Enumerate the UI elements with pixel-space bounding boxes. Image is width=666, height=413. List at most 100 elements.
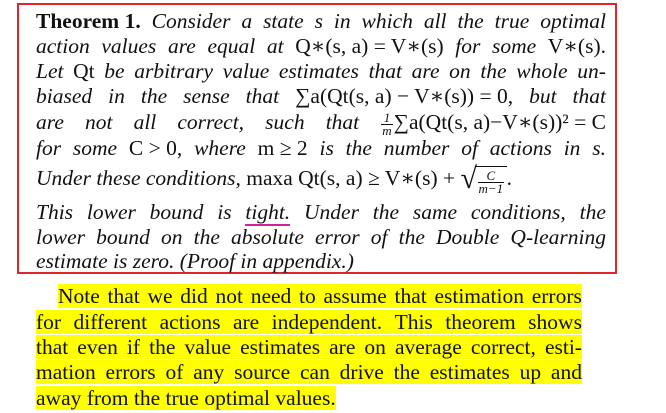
word: these [96,166,141,191]
word: source [234,360,291,384]
word: did [180,284,208,308]
word: theorem [445,310,516,334]
word: can [300,360,330,384]
highlighted-text: away from the true optimal values. [36,386,336,410]
word: absolute [231,225,304,249]
word: the [480,59,507,83]
word: Consider [151,9,231,33]
word: assume [323,284,387,308]
math-expression: m ≥ 2 [257,136,308,160]
word: correct, [470,335,536,359]
radicand: Cm−1 [474,166,508,195]
theorem-line-8: This lower bound is tight. Under the sam… [36,200,606,226]
sentence-end: . [507,166,513,191]
math-expression: V∗(s). [547,34,606,58]
word: conditions, [470,200,566,224]
math-expression: maxa Qt(s, a) ≥ V∗(s) + [246,166,456,191]
word: we [147,284,173,308]
word: the [457,9,484,33]
word: independent. [271,310,383,334]
word: are [232,310,260,334]
word: estimation [434,284,525,308]
theorem-line-7: Under these conditions, maxa Qt(s, a) ≥ … [36,162,606,195]
word: that [572,84,606,108]
word: the [398,225,425,249]
paragraph-line-4: mation errors of any source can drive th… [36,360,582,384]
word: correct, [177,110,245,134]
word: Under [36,166,91,191]
word: need [250,284,292,308]
word: s. [592,136,606,160]
word: where [194,136,246,160]
word: of [165,360,184,384]
theorem-last-line: estimate is zero. (Proof in appendix.) [36,249,354,273]
word: a [241,9,253,33]
word: to [299,284,316,308]
word: all [423,9,447,33]
word: Note [58,284,100,308]
word: not [84,110,113,134]
word: the [393,360,420,384]
word: that [394,284,427,308]
word: average [394,335,462,359]
word: some [72,136,118,160]
word: estimates [429,360,510,384]
word: are [411,59,440,83]
word: actions [489,136,552,160]
word: on [160,225,183,249]
word: the [345,136,372,160]
math-expression: Qt [73,59,95,83]
word: are [36,110,64,134]
word: that [368,59,403,83]
word: is [319,136,334,160]
word: are [329,335,356,359]
word: up [519,360,542,384]
word: state [263,9,304,33]
highlighted-text: Note that we did not need to assume that… [58,284,582,308]
paragraph-line-1: Note that we did not need to assume that… [58,284,582,308]
word: same [412,200,458,224]
word: Q-learning [510,225,606,249]
highlighted-text: for different actions are independent. T… [36,310,582,334]
word: lower [36,225,85,249]
word: whole [516,59,568,83]
word: errors [105,360,156,384]
word: lower [86,200,136,224]
word: bound [149,200,204,224]
word: for [36,310,62,334]
word: of [370,225,388,249]
word: in [108,84,125,108]
word: action [36,34,90,58]
theorem-line-1: Theorem 1. Consider a state s in which a… [36,9,606,33]
word: on [449,59,471,83]
highlighted-text: mation errors of any source can drive th… [36,360,582,384]
word: s [314,9,323,33]
word: the [149,335,176,359]
word: shows [528,310,582,334]
word: Let [36,59,64,83]
word: un- [577,59,606,83]
theorem-line-9: lower bound on the absolute error of the… [36,225,606,249]
highlighted-text: that even if the value estimates are on … [36,335,582,359]
word: This [394,310,433,334]
word: and [550,360,582,384]
word: drive [339,360,384,384]
word: in [333,9,351,33]
theorem-line-6: for some C > 0, where m ≥ 2 is the numbe… [36,136,606,160]
word: Under [304,200,359,224]
word: biased [36,84,93,108]
word: actions [159,310,221,334]
paragraph-line-3: that even if the value estimates are on … [36,335,582,359]
word: for [36,136,62,160]
math-expression: C > 0, [128,136,183,160]
word: This [36,200,74,224]
word: the [579,200,606,224]
theorem-line-4: biased in the sense that ∑a(Qt(s, a) − V… [36,84,606,108]
word: mation [36,360,96,384]
theorem-line-10: estimate is zero. (Proof in appendix.) [36,249,606,273]
word: which [361,9,413,33]
word: esti- [544,335,582,359]
word: be [104,59,125,83]
theorem-line-2: action values are equal at Q∗(s, a) = V∗… [36,34,606,58]
word: estimates [278,59,359,83]
